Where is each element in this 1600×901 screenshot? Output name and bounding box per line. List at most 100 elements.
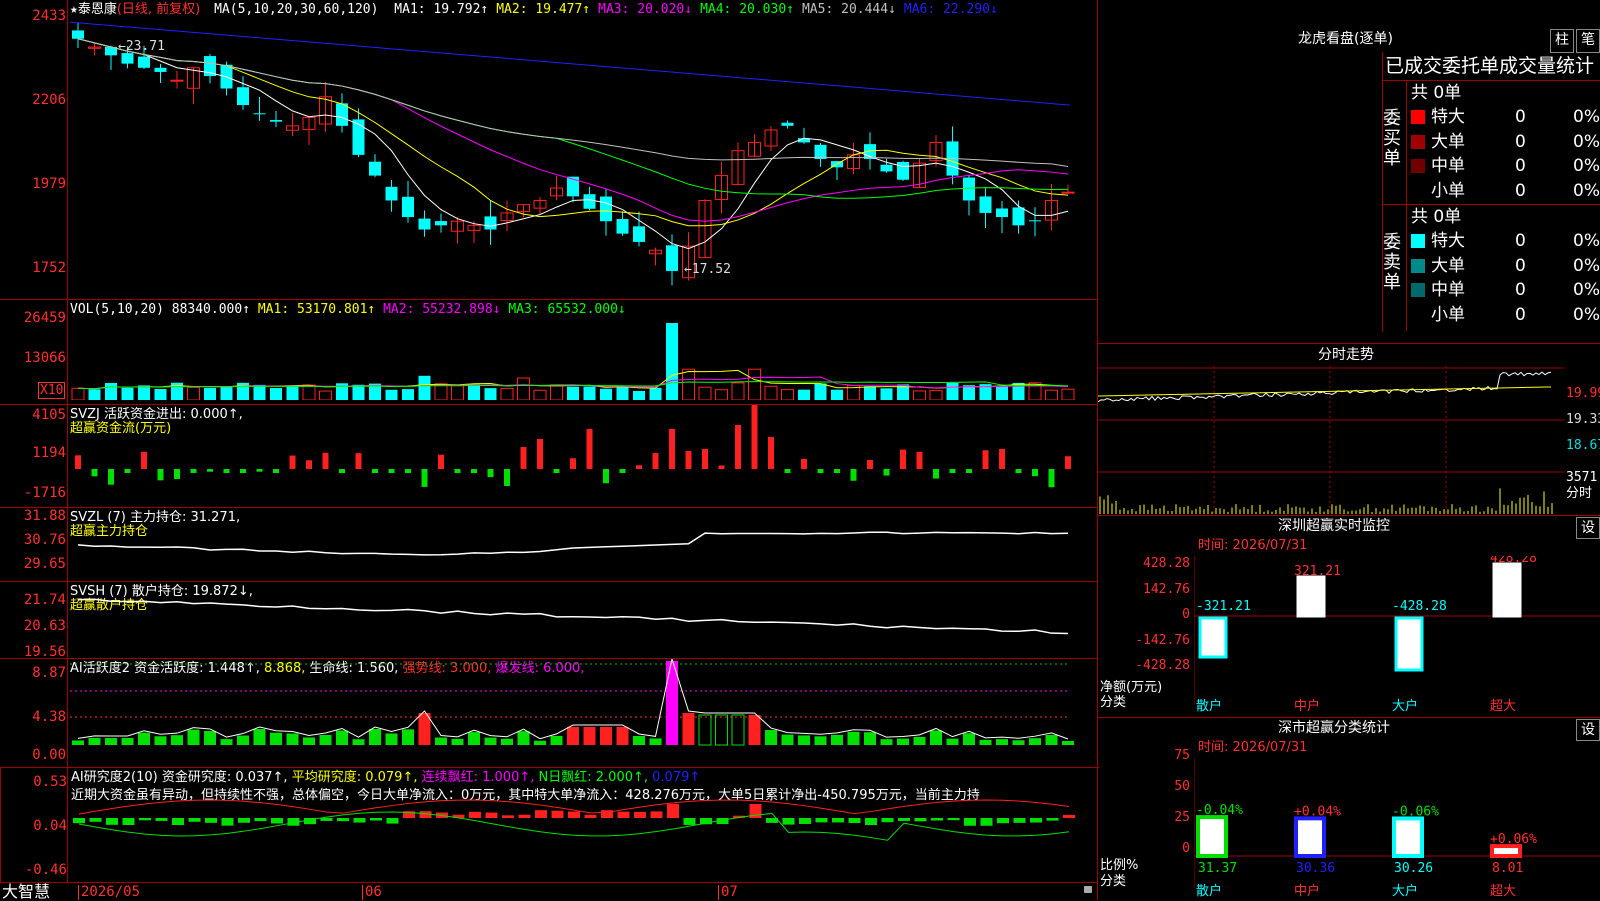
flow-bar <box>75 455 81 469</box>
monitor-xlabel: 分类 <box>1100 695 1127 710</box>
activity-bar <box>715 714 728 746</box>
sell-section-label: 委卖单 <box>1383 232 1401 293</box>
ai-activity-pane[interactable]: AI活跃度2 资金活跃度: 1.448↑, 8.868, 生命线: 1.560,… <box>0 658 1098 768</box>
research-bar <box>73 818 85 824</box>
flow-bar <box>949 469 956 473</box>
svzl-tick: 29.65 <box>23 556 66 572</box>
color-swatch <box>1411 110 1425 124</box>
monitor-pane[interactable]: 深圳超赢实时监控 设 时间: 2026/07/31 428.28 142.76 0-… <box>1098 515 1600 718</box>
volume-bar <box>946 382 959 400</box>
activity-bar <box>1062 740 1074 745</box>
intraday-pane[interactable]: 分时走势 19.99 19.33 18.67 3571 分时 <box>1098 343 1600 516</box>
order-count: 0 <box>1515 180 1526 201</box>
classify-ylabel: 比例% <box>1100 858 1139 873</box>
stock-mode: (日线, 前复权) <box>116 2 201 17</box>
order-count: 0 <box>1515 231 1526 251</box>
research-bar <box>238 818 250 823</box>
activity-bar <box>781 734 794 745</box>
monitor-bar-label: 428.28 <box>1490 556 1537 566</box>
svzl-pane[interactable]: SVZL (7) 主力持仓: 31.271, 超赢主力持仓 31.88 30.7… <box>0 507 1098 582</box>
classify-pane[interactable]: 深市超赢分类统计 设 时间: 2026/07/31 75 50 25 0 -0.04%… <box>1098 717 1600 901</box>
order-pct: 0% <box>1573 304 1600 325</box>
ai-research-tick: -0.46 <box>24 862 67 878</box>
monitor-tick: -142.76 <box>1135 632 1190 648</box>
ma-values: MA1: 19.792↑ MA2: 19.477↑ MA3: 20.020↓ MA4:… <box>386 2 998 17</box>
buy-total: 共 0单 <box>1411 83 1462 103</box>
flow-bar <box>669 429 675 469</box>
classify-change-label: -0.06% <box>1392 804 1439 819</box>
left-chart-area[interactable]: ★泰恩康(日线, 前复权) MA(5,10,20,30,60,120) MA1:… <box>0 0 1099 900</box>
flow-bar <box>91 469 98 477</box>
research-bar <box>485 812 498 818</box>
flow-bar <box>570 458 576 469</box>
stock-name: 泰恩康 <box>77 2 117 17</box>
activity-bar <box>187 729 200 745</box>
volume-bar <box>996 386 1008 400</box>
vol-tick: 13066 <box>23 350 66 366</box>
svzl-chart <box>77 531 1069 556</box>
flow-bar <box>405 469 411 473</box>
activity-bar <box>402 729 414 745</box>
activity-bar <box>369 729 381 745</box>
activity-bar <box>138 732 150 745</box>
activity-bar <box>963 733 975 745</box>
flow-bar <box>735 425 741 469</box>
monitor-settings-button[interactable]: 设 <box>1576 517 1600 539</box>
research-bar <box>122 818 135 826</box>
tick-view-button[interactable]: 笔 <box>1576 29 1600 53</box>
activity-bar <box>220 739 233 745</box>
ai-research-chart <box>73 799 1075 841</box>
candle-body <box>154 67 167 72</box>
monitor-bar <box>1198 616 1228 659</box>
lock-icon[interactable] <box>1084 886 1092 893</box>
ma-line <box>70 21 1071 106</box>
volume-bar <box>583 386 596 400</box>
volume-stat-row: 特大 0 0% <box>1411 105 1600 129</box>
monitor-bar-label: 321.21 <box>1294 564 1341 579</box>
svsh-pane[interactable]: SVSH (7) 散户持仓: 19.872↓, 超赢散户持仓 21.74 20.… <box>0 581 1098 660</box>
classify-settings-button[interactable]: 设 <box>1576 719 1600 741</box>
date-label: 06 <box>362 885 382 900</box>
flow-bar <box>636 465 642 469</box>
candle-body <box>121 53 134 64</box>
volume-bar <box>567 386 579 400</box>
flow-bar <box>157 469 164 481</box>
vol-unit-badge: X10 <box>38 382 66 399</box>
activity-bar <box>237 735 249 745</box>
candle-body <box>897 161 909 180</box>
flow-bar <box>1048 469 1055 488</box>
activity-bar <box>633 735 645 745</box>
order-pct: 0% <box>1573 156 1600 176</box>
svzj-pane[interactable]: SVZJ 活跃资金进出: 0.000↑, 超赢资金流(万元) 4105 1194… <box>0 404 1098 508</box>
flow-bar <box>438 454 444 469</box>
flow-bar <box>487 469 494 478</box>
research-bar <box>155 818 168 821</box>
volume-bar <box>649 387 662 400</box>
volume-bar <box>698 386 712 400</box>
svzj-tick: -1716 <box>23 485 66 501</box>
ai-research-pane[interactable]: AI研究度2(10) 资金研究度: 0.037↑, 平均研究度: 0.079↑,… <box>0 767 1099 883</box>
candle-body <box>138 56 150 68</box>
candlestick-chart[interactable] <box>70 18 1095 300</box>
volume-bar <box>138 385 150 400</box>
activity-bar <box>930 730 942 745</box>
intraday-tick: 19.99 <box>1566 386 1600 401</box>
ma-params: MA(5,10,20,30,60,120) <box>214 2 379 17</box>
activity-bar <box>1045 734 1058 745</box>
bar-view-button[interactable]: 柱 <box>1550 29 1574 53</box>
research-bar <box>502 815 514 818</box>
volume-bar <box>913 390 926 400</box>
activity-bar <box>303 737 315 745</box>
volume-pane[interactable]: VOL(5,10,20) 88340.000↑ MA1: 53170.801↑ … <box>0 299 1098 405</box>
ai-activity-tick: 8.87 <box>32 665 66 681</box>
activity-bar <box>468 732 480 745</box>
flow-bar <box>867 459 873 469</box>
classify-tick: 0 <box>1182 841 1190 856</box>
activity-bar <box>731 714 745 746</box>
monitor-bar-label: -428.28 <box>1392 599 1447 614</box>
research-bar <box>370 818 382 821</box>
volume-stat-row: 特大 0 0% <box>1411 229 1600 253</box>
flow-bar <box>652 453 659 469</box>
research-bar <box>106 818 118 825</box>
classify-change-label: +0.06% <box>1490 832 1537 847</box>
